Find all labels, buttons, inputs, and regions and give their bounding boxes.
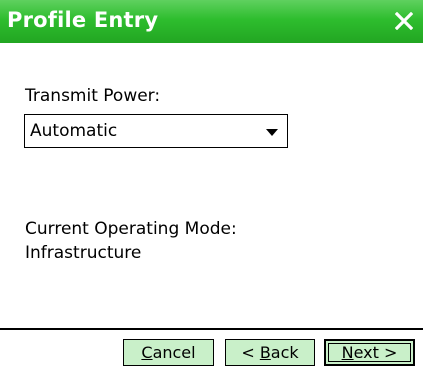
window-title: Profile Entry — [7, 8, 159, 32]
close-icon — [395, 12, 413, 30]
back-prefix: < — [241, 343, 260, 362]
next-mnemonic: N — [341, 343, 354, 362]
back-button[interactable]: < Back — [225, 339, 315, 366]
transmit-power-select[interactable]: Automatic — [24, 114, 288, 148]
close-button[interactable] — [389, 6, 419, 36]
cancel-mnemonic: C — [141, 343, 153, 362]
operating-mode-value: Infrastructure — [25, 243, 142, 263]
transmit-power-value: Automatic — [30, 121, 118, 141]
footer-divider — [0, 328, 423, 330]
dropdown-arrow-icon — [266, 129, 278, 136]
transmit-power-label: Transmit Power: — [25, 86, 161, 106]
title-bar: Profile Entry — [0, 0, 423, 43]
back-label-rest: ack — [270, 343, 299, 362]
operating-mode-label: Current Operating Mode: — [25, 219, 237, 239]
back-mnemonic: B — [259, 343, 271, 362]
next-button[interactable]: Next > — [324, 339, 415, 366]
next-label-rest: ext > — [353, 343, 398, 362]
cancel-label-rest: ancel — [152, 343, 196, 362]
cancel-button[interactable]: Cancel — [123, 339, 214, 366]
